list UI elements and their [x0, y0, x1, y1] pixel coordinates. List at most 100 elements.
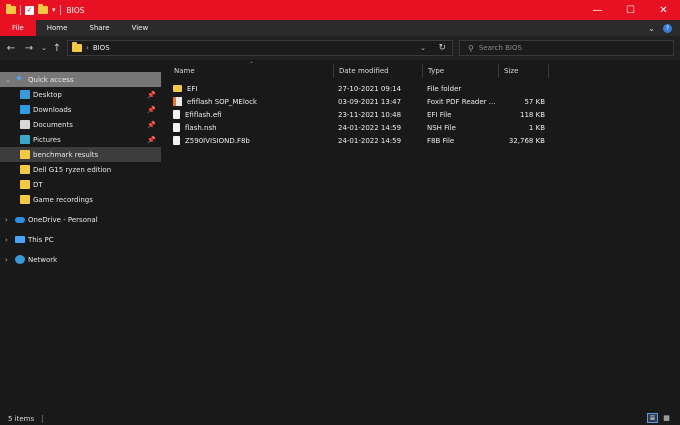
download-icon [20, 105, 30, 114]
nav-item-game-recordings[interactable]: Game recordings [0, 192, 161, 207]
pin-icon: 📌 [147, 90, 156, 99]
properties-icon[interactable]: ✓ [25, 5, 34, 15]
file-date: 24-01-2022 14:59 [338, 136, 402, 145]
recent-locations-chevron-icon[interactable]: ⌄ [37, 41, 51, 55]
file-row[interactable]: Efiflash.efi 23-11-2021 10:48 EFI File 1… [166, 108, 680, 121]
large-icons-view-icon[interactable]: ▦ [661, 413, 672, 423]
tab-file[interactable]: File [0, 20, 36, 36]
search-placeholder: Search BIOS [478, 44, 522, 52]
nav-label: Desktop [33, 90, 62, 99]
ribbon-right-controls: ⌄ ? [648, 20, 672, 36]
nav-item-downloads[interactable]: Downloads 📌 [0, 102, 161, 117]
folder-icon [20, 180, 30, 189]
view-switcher: ≣ ▦ [647, 413, 672, 423]
nav-label: benchmark results [33, 150, 99, 159]
maximize-button[interactable]: ☐ [614, 0, 647, 20]
file-icon [173, 136, 180, 145]
search-input[interactable]: ⚲ Search BIOS [459, 40, 674, 56]
nav-label: OneDrive - Personal [28, 215, 98, 224]
tab-home[interactable]: Home [36, 20, 79, 36]
nav-item-network[interactable]: › Network [0, 252, 161, 267]
pin-icon: 📌 [147, 135, 156, 144]
file-type: F8B File [427, 136, 455, 145]
nav-label: Quick access [28, 75, 74, 84]
up-button[interactable]: ↑ [50, 41, 64, 55]
nav-label: This PC [28, 235, 54, 244]
nav-label: Dell G15 ryzen edition [33, 165, 112, 174]
file-row[interactable]: Z590IVISIOND.F8b 24-01-2022 14:59 F8B Fi… [166, 134, 680, 147]
file-row[interactable]: flash.nsh 24-01-2022 14:59 NSH File 1 KB [166, 121, 680, 134]
file-date: 03-09-2021 13:47 [338, 97, 402, 106]
pin-icon: 📌 [147, 120, 156, 129]
nav-item-pictures[interactable]: Pictures 📌 [0, 132, 161, 147]
back-button[interactable]: ← [4, 41, 18, 55]
expand-ribbon-chevron-icon[interactable]: ⌄ [648, 24, 655, 33]
file-icon [173, 123, 180, 132]
nav-item-onedrive[interactable]: › OneDrive - Personal [0, 212, 161, 227]
expand-chevron-icon[interactable]: ⌄ [5, 76, 11, 84]
file-size: 118 KB [520, 110, 545, 119]
nav-item-dell-g15[interactable]: Dell G15 ryzen edition [0, 162, 161, 177]
nav-quick-access[interactable]: ⌄ ★ Quick access [0, 72, 161, 87]
close-button[interactable]: ✕ [647, 0, 680, 20]
cloud-icon [15, 217, 25, 223]
customize-toolbar-chevron-icon[interactable]: ▾ [52, 6, 56, 14]
expand-chevron-icon[interactable]: › [5, 216, 8, 224]
item-count: 5 items [8, 414, 35, 423]
address-dropdown-chevron-icon[interactable]: ⌄ [420, 41, 426, 55]
file-type: EFI File [427, 110, 452, 119]
pdf-icon [173, 97, 182, 106]
details-view-icon[interactable]: ≣ [647, 413, 658, 423]
column-header-name[interactable]: Name [169, 64, 334, 78]
file-size: 57 KB [524, 97, 545, 106]
search-icon: ⚲ [468, 43, 474, 53]
forward-button[interactable]: → [22, 41, 36, 55]
expand-chevron-icon[interactable]: › [5, 236, 8, 244]
window-controls: — ☐ ✕ [581, 0, 680, 20]
file-row[interactable]: efiflash SOP_MElock 03-09-2021 13:47 Fox… [166, 95, 680, 108]
nav-label: Network [28, 255, 58, 264]
column-header-date[interactable]: Date modified [334, 64, 423, 78]
file-date: 23-11-2021 10:48 [338, 110, 402, 119]
folder-icon [20, 195, 30, 204]
address-bar[interactable]: › BIOS ⌄ ↻ [67, 40, 453, 56]
refresh-icon[interactable]: ↻ [438, 41, 446, 55]
nav-item-this-pc[interactable]: › This PC [0, 232, 161, 247]
column-header-size[interactable]: Size [499, 64, 549, 78]
title-bar: ✓ ▾ BIOS — ☐ ✕ [0, 0, 680, 20]
file-name: flash.nsh [185, 123, 217, 132]
column-header-row: Name Date modified Type Size [166, 64, 680, 78]
nav-item-benchmark-results[interactable]: benchmark results [0, 147, 161, 162]
minimize-button[interactable]: — [581, 0, 614, 20]
file-icon [173, 110, 180, 119]
folder-icon [6, 4, 16, 14]
new-folder-icon[interactable] [38, 4, 48, 14]
nav-label: Pictures [33, 135, 61, 144]
address-row: ← → ⌄ ↑ › BIOS ⌄ ↻ ⚲ Search BIOS [0, 36, 680, 60]
desktop-icon [20, 90, 30, 99]
file-type: File folder [427, 84, 462, 93]
nav-item-dt[interactable]: DT [0, 177, 161, 192]
file-row[interactable]: EFI 27-10-2021 09:14 File folder [166, 82, 680, 95]
file-name: Efiflash.efi [185, 110, 222, 119]
file-type: NSH File [427, 123, 456, 132]
toolbar-divider [59, 5, 61, 15]
help-icon[interactable]: ? [663, 23, 672, 33]
file-date: 27-10-2021 09:14 [338, 84, 402, 93]
status-divider [42, 414, 44, 423]
column-header-type[interactable]: Type [423, 64, 499, 78]
pictures-icon [20, 135, 30, 144]
nav-label: DT [33, 180, 43, 189]
breadcrumb-bios[interactable]: BIOS [93, 44, 110, 52]
nav-label: Game recordings [33, 195, 93, 204]
computer-icon [15, 236, 25, 243]
nav-item-documents[interactable]: Documents 📌 [0, 117, 161, 132]
expand-chevron-icon[interactable]: › [5, 256, 8, 264]
navigation-pane: ⌄ ★ Quick access Desktop 📌 Downloads 📌 D… [0, 60, 161, 412]
tab-view[interactable]: View [121, 20, 160, 36]
folder-icon [20, 165, 30, 174]
file-type: Foxit PDF Reader ... [427, 97, 496, 106]
breadcrumb-separator-icon[interactable]: › [86, 44, 89, 52]
tab-share[interactable]: Share [78, 20, 120, 36]
nav-item-desktop[interactable]: Desktop 📌 [0, 87, 161, 102]
